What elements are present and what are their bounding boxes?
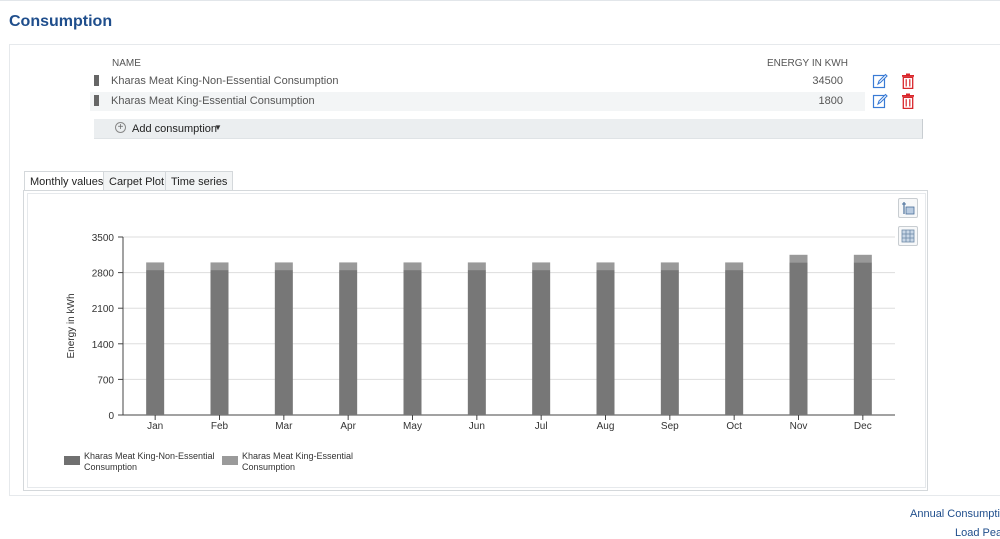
legend-swatch — [222, 456, 238, 465]
tab-monthly-values[interactable]: Monthly values — [24, 171, 110, 191]
row-energy: 1800 — [818, 95, 843, 107]
legend-label-line1: Kharas Meat King-Essential — [242, 451, 354, 461]
chart-table-icon[interactable] — [898, 226, 918, 246]
legend-label-line2: Consumption — [242, 462, 296, 472]
table-row[interactable]: Kharas Meat King-Essential Consumption 1… — [90, 92, 865, 111]
row-name: Kharas Meat King-Non-Essential Consumpti… — [111, 75, 339, 87]
chart-export-icon[interactable] — [898, 198, 918, 218]
name-column-header: NAME — [112, 58, 141, 69]
energy-column-header: ENERGY IN KWH — [767, 58, 848, 69]
table-row[interactable]: Kharas Meat King-Non-Essential Consumpti… — [90, 72, 865, 91]
row-name: Kharas Meat King-Essential Consumption — [111, 95, 315, 107]
add-consumption-button[interactable]: + Add consumption ▼ — [94, 119, 923, 139]
tab-time-series[interactable]: Time series — [165, 171, 234, 190]
row-energy: 34500 — [812, 75, 843, 87]
annual-consumption-link[interactable]: Annual Consumption — [910, 508, 1000, 520]
drag-handle-icon[interactable] — [94, 95, 99, 106]
tab-carpet-plot[interactable]: Carpet Plot — [103, 171, 171, 190]
legend-label-line2: Consumption — [84, 462, 138, 472]
delete-icon[interactable] — [900, 93, 916, 109]
edit-icon[interactable] — [872, 93, 888, 109]
edit-icon[interactable] — [872, 73, 888, 89]
delete-icon[interactable] — [900, 73, 916, 89]
legend-label-line1: Kharas Meat King-Non-Essential — [84, 451, 215, 461]
legend-swatch — [64, 456, 80, 465]
chart-frame — [27, 193, 926, 488]
caret-down-icon: ▼ — [214, 123, 222, 132]
add-consumption-label: Add consumption — [132, 123, 217, 135]
top-divider — [0, 0, 1000, 1]
plus-circle-icon: + — [115, 122, 126, 133]
drag-handle-icon[interactable] — [94, 75, 99, 86]
page-title: Consumption — [9, 13, 113, 30]
load-peak-link[interactable]: Load Peak — [955, 527, 1000, 539]
